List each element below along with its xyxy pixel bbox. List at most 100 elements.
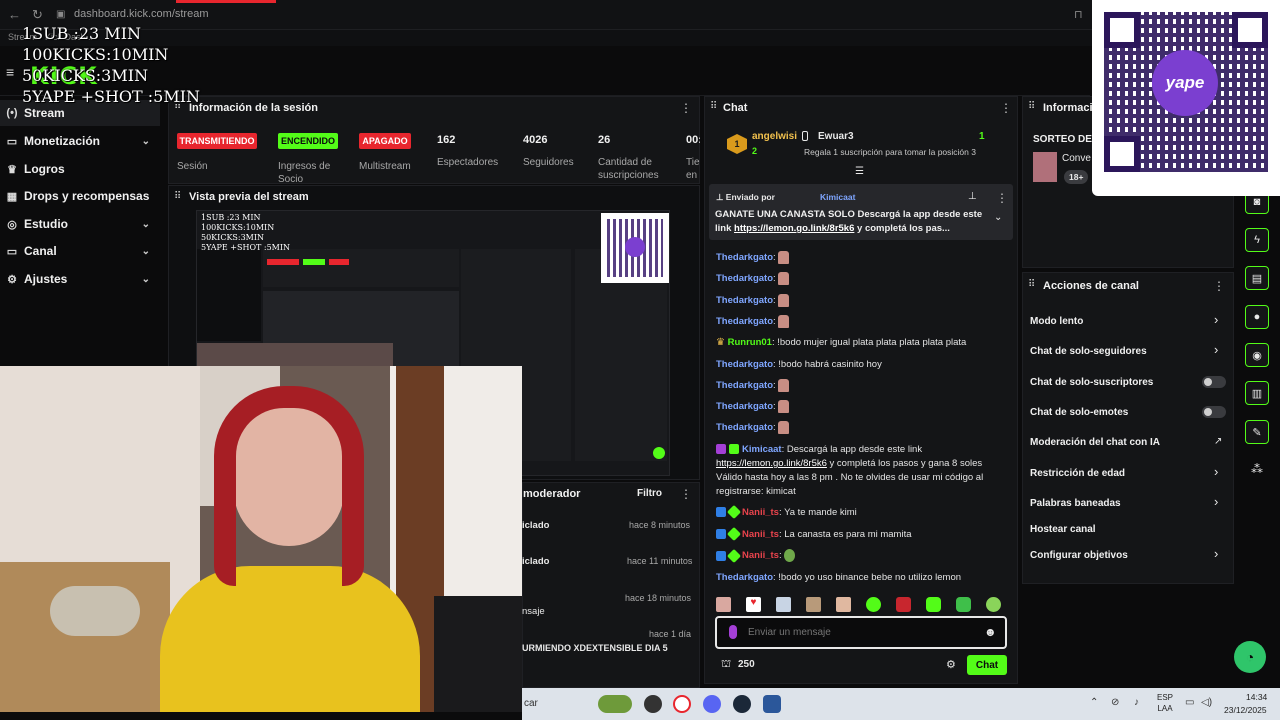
chevron-down-icon: ⌄: [141, 273, 150, 285]
emotes-only-toggle[interactable]: [1202, 406, 1226, 418]
tray-chevron-icon[interactable]: ⌃: [1090, 697, 1098, 708]
action-followers-only[interactable]: Chat de solo-seguidores: [1030, 346, 1147, 357]
sidebar-item-logros[interactable]: ♛ Logros: [0, 156, 160, 182]
emote-button[interactable]: [926, 596, 941, 612]
kebab-menu-icon[interactable]: ⋮: [1213, 279, 1225, 293]
sidebar-item-canal[interactable]: ▭ Canal ⌄: [0, 238, 160, 264]
points-icon: ⛫: [721, 658, 732, 670]
qr-finder: [1104, 12, 1140, 48]
kebab-menu-icon[interactable]: ⋮: [680, 101, 692, 115]
gift-icon: [802, 131, 808, 141]
kebab-menu-icon[interactable]: ⋮: [996, 191, 1008, 205]
emote-button[interactable]: [956, 596, 971, 612]
rail-lightning-icon[interactable]: ϟ: [1245, 228, 1269, 252]
kebab-menu-icon[interactable]: ⋮: [1000, 101, 1012, 115]
rail-layout-icon[interactable]: ▥: [1245, 381, 1269, 405]
chevron-right-icon[interactable]: ›: [1214, 342, 1218, 357]
emote-button[interactable]: [776, 596, 791, 612]
menu-icon[interactable]: ≡: [6, 64, 14, 80]
grip-icon[interactable]: ⠿: [710, 101, 717, 112]
channel-points[interactable]: 250: [738, 659, 755, 670]
settings-icon: ⚙: [7, 273, 17, 286]
action-configure-goals[interactable]: Configurar objetivos: [1030, 550, 1128, 561]
emote-button[interactable]: [836, 596, 851, 612]
taskbar-widget-icon[interactable]: [598, 695, 632, 713]
emote-button[interactable]: [716, 596, 731, 612]
emoji-icon[interactable]: ☻: [984, 625, 997, 639]
back-icon[interactable]: ←: [8, 7, 21, 22]
pinned-link[interactable]: https://lemon.go.link/8r5k6: [734, 223, 854, 234]
pinned-sender[interactable]: Kimicaat: [820, 192, 855, 202]
taskbar-discord-icon[interactable]: [703, 695, 721, 713]
tray-date[interactable]: 23/12/2025: [1224, 705, 1267, 715]
send-chat-button[interactable]: Chat: [967, 655, 1007, 675]
chevron-right-icon[interactable]: ›: [1214, 546, 1218, 561]
top-gifter-name[interactable]: angelwisi: [752, 131, 797, 142]
heart-emote-button[interactable]: ♥: [746, 596, 761, 612]
sidebar-item-drops[interactable]: ▦ Drops y recompensas: [0, 183, 160, 209]
sidebar-item-monetizacion[interactable]: ▭ Monetización ⌄: [0, 128, 160, 154]
rail-more-icon[interactable]: ⁂: [1251, 462, 1263, 476]
kebab-menu-icon[interactable]: ⋮: [680, 487, 692, 501]
emote-button[interactable]: [896, 596, 911, 612]
rail-document-icon[interactable]: ▤: [1245, 266, 1269, 290]
record-indicator: [176, 0, 276, 3]
tray-language[interactable]: ESP LAA: [1157, 692, 1173, 714]
chat-link[interactable]: https://lemon.go.link/8r5k6: [716, 458, 827, 469]
reload-icon[interactable]: ↻: [32, 7, 43, 23]
action-slow-mode[interactable]: Modo lento: [1030, 316, 1083, 327]
age-badge: 18+: [1064, 170, 1089, 184]
emote-button[interactable]: [986, 596, 1001, 612]
chevron-down-icon[interactable]: ⌄: [994, 212, 1002, 223]
qr-finder: [1104, 136, 1140, 172]
tray-volume-icon[interactable]: ◁): [1201, 697, 1212, 708]
action-host-channel[interactable]: Hostear canal: [1030, 524, 1096, 535]
tray-mic-icon[interactable]: ♪: [1134, 697, 1139, 708]
action-banned-words[interactable]: Palabras baneadas: [1030, 498, 1121, 509]
pin-icon[interactable]: ⊓: [1074, 8, 1083, 21]
info-panel-title: Informació: [1043, 102, 1100, 114]
sidebar-item-label: Ajustes: [24, 272, 68, 286]
tray-time[interactable]: 14:34: [1246, 692, 1267, 702]
chat-message-input[interactable]: [748, 624, 968, 640]
chevron-right-icon[interactable]: ›: [1214, 312, 1218, 327]
taskbar-opera-icon[interactable]: [673, 695, 691, 713]
site-info-icon[interactable]: ▣: [56, 9, 65, 20]
grip-icon[interactable]: ⠿: [1028, 279, 1035, 290]
emote-button[interactable]: [806, 596, 821, 612]
chat-settings-icon[interactable]: ⚙: [946, 658, 956, 671]
grip-icon[interactable]: ⠿: [174, 191, 181, 202]
rail-chat-icon[interactable]: ●: [1245, 305, 1269, 329]
grip-icon[interactable]: ⠿: [1028, 101, 1035, 112]
sub-badge-icon: [729, 444, 739, 455]
second-gifter-name[interactable]: Ewuar3: [818, 131, 854, 142]
address-bar[interactable]: dashboard.kick.com/stream: [74, 8, 209, 20]
emote-button[interactable]: [866, 596, 881, 612]
external-link-icon[interactable]: ↗: [1214, 436, 1222, 447]
help-chat-button[interactable]: ◔: [1234, 641, 1266, 673]
collapse-icon[interactable]: ☰: [855, 166, 864, 177]
filter-button[interactable]: Filtro: [637, 488, 662, 499]
overlay-line: 1SUB :23 MIN: [22, 24, 142, 43]
sidebar-item-ajustes[interactable]: ⚙ Ajustes ⌄: [0, 266, 160, 292]
sidebar-item-estudio[interactable]: ◎ Estudio ⌄: [0, 211, 160, 237]
chevron-right-icon[interactable]: ›: [1214, 464, 1218, 479]
taskbar-steam-icon[interactable]: [733, 695, 751, 713]
tray-network-icon[interactable]: ⊘: [1111, 697, 1119, 708]
action-ai-moderation[interactable]: Moderación del chat con IA: [1030, 437, 1160, 448]
mic-icon[interactable]: [729, 625, 737, 639]
log-row-text: iclado: [522, 520, 550, 531]
subscribers-only-toggle[interactable]: [1202, 376, 1226, 388]
taskbar-search[interactable]: car: [524, 698, 538, 709]
emote: [778, 251, 790, 264]
tray-monitor-icon[interactable]: ▭: [1185, 697, 1194, 708]
emote: [778, 421, 790, 434]
pin-icon[interactable]: ⊥: [968, 191, 977, 202]
action-age-restriction[interactable]: Restricción de edad: [1030, 468, 1125, 479]
taskbar-word-icon[interactable]: [763, 695, 781, 713]
rail-broadcast-icon[interactable]: ◉: [1245, 343, 1269, 367]
pinned-sent-by: ⊥ Enviado por: [716, 192, 775, 202]
rail-wrench-icon[interactable]: ✎: [1245, 420, 1269, 444]
chevron-right-icon[interactable]: ›: [1214, 494, 1218, 509]
taskbar-app-icon[interactable]: [644, 695, 662, 713]
